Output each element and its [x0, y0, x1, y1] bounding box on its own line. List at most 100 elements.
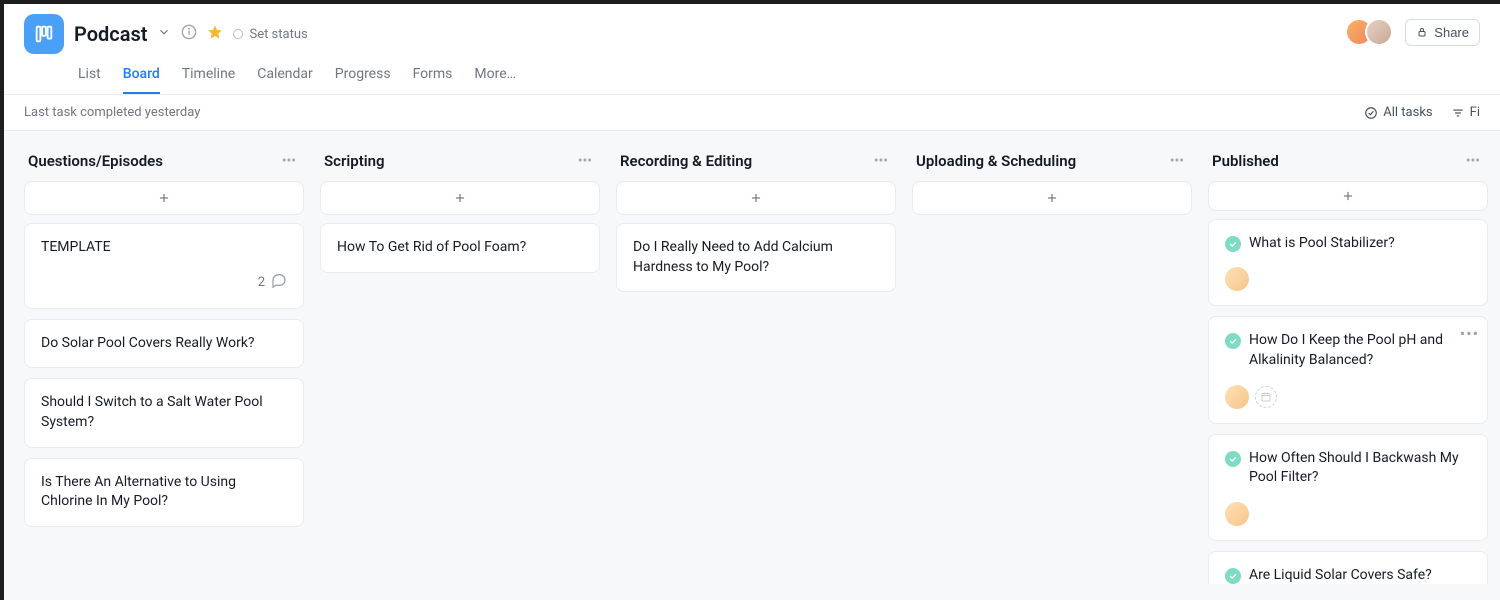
tab-calendar[interactable]: Calendar [257, 60, 313, 94]
completed-check-icon [1225, 451, 1241, 467]
project-header: Podcast Set status [4, 4, 1500, 95]
card-list: Do I Really Need to Add Calcium Hardness… [616, 223, 896, 292]
board-canvas[interactable]: Questions/Episodes ••• TEMPLATE 2 Do Solar P… [4, 131, 1500, 600]
board-column: Published ••• What is Pool Stabilizer? How … [1208, 147, 1488, 584]
task-title-text: How Do I Keep the Pool pH and Alkalinity… [1249, 331, 1471, 370]
task-title: How Do I Keep the Pool pH and Alkalinity… [1225, 331, 1471, 370]
star-icon[interactable] [207, 24, 223, 44]
share-button[interactable]: Share [1405, 19, 1480, 46]
task-title: TEMPLATE [41, 238, 287, 258]
task-card[interactable]: How Often Should I Backwash My Pool Filt… [1208, 434, 1488, 541]
column-menu-icon[interactable]: ••• [574, 151, 596, 171]
task-card[interactable]: How Do I Keep the Pool pH and Alkalinity… [1208, 316, 1488, 423]
assignee-avatar[interactable] [1225, 385, 1249, 409]
task-title: Should I Switch to a Salt Water Pool Sys… [41, 393, 287, 432]
task-title: Is There An Alternative to Using Chlorin… [41, 473, 287, 512]
task-card[interactable]: Are Liquid Solar Covers Safe? [1208, 551, 1488, 584]
column-menu-icon[interactable]: ••• [278, 151, 300, 171]
card-menu-icon[interactable]: ••• [1460, 323, 1479, 345]
column-title[interactable]: Scripting [324, 152, 385, 170]
tab-forms[interactable]: Forms [413, 60, 453, 94]
column-title[interactable]: Uploading & Scheduling [916, 152, 1076, 170]
comment-count: 2 [258, 274, 265, 292]
filter-label: Fi [1470, 105, 1480, 120]
card-meta [1225, 267, 1471, 291]
filter-icon [1451, 106, 1465, 120]
project-title[interactable]: Podcast [74, 22, 147, 46]
all-tasks-filter[interactable]: All tasks [1364, 105, 1432, 120]
comment-icon [271, 272, 287, 294]
add-task-button[interactable] [1208, 181, 1488, 211]
completed-check-icon [1225, 568, 1241, 584]
task-title: How Often Should I Backwash My Pool Filt… [1225, 449, 1471, 488]
task-title-text: How Often Should I Backwash My Pool Filt… [1249, 449, 1471, 488]
add-task-button[interactable] [616, 181, 896, 215]
board-column: Recording & Editing ••• Do I Really Need t… [616, 147, 896, 584]
column-header: Scripting ••• [320, 147, 600, 181]
chevron-down-icon[interactable] [157, 25, 171, 43]
tab-timeline[interactable]: Timeline [182, 60, 235, 94]
subheader-right: All tasks Fi [1364, 105, 1480, 120]
completed-check-icon [1225, 236, 1241, 252]
column-title[interactable]: Published [1212, 152, 1279, 170]
column-header: Questions/Episodes ••• [24, 147, 304, 181]
task-card[interactable]: TEMPLATE 2 [24, 223, 304, 309]
board-subheader: Last task completed yesterday All tasks … [4, 95, 1500, 131]
board-column: Uploading & Scheduling ••• [912, 147, 1192, 584]
task-card[interactable]: Do I Really Need to Add Calcium Hardness… [616, 223, 896, 292]
task-card[interactable]: How To Get Rid of Pool Foam? [320, 223, 600, 273]
check-circle-icon [1364, 106, 1378, 120]
due-date-placeholder-icon[interactable] [1255, 386, 1277, 408]
assignee-avatar[interactable] [1225, 502, 1249, 526]
column-header: Recording & Editing ••• [616, 147, 896, 181]
filter-button[interactable]: Fi [1451, 105, 1480, 120]
board-column: Questions/Episodes ••• TEMPLATE 2 Do Solar P… [24, 147, 304, 584]
completed-check-icon [1225, 333, 1241, 349]
task-card[interactable]: Is There An Alternative to Using Chlorin… [24, 458, 304, 527]
board-column: Scripting ••• How To Get Rid of Pool Foam? [320, 147, 600, 584]
add-task-button[interactable] [320, 181, 600, 215]
task-card[interactable]: What is Pool Stabilizer? [1208, 219, 1488, 307]
column-header: Published ••• [1208, 147, 1488, 181]
column-title[interactable]: Questions/Episodes [28, 152, 163, 170]
task-title: Are Liquid Solar Covers Safe? [1225, 566, 1471, 584]
column-menu-icon[interactable]: ••• [1166, 151, 1188, 171]
task-card[interactable]: Should I Switch to a Salt Water Pool Sys… [24, 378, 304, 447]
task-card[interactable]: Do Solar Pool Covers Really Work? [24, 319, 304, 369]
member-avatars[interactable] [1345, 18, 1393, 46]
tab-list[interactable]: List [78, 60, 101, 94]
avatar[interactable] [1365, 18, 1393, 46]
card-list: How To Get Rid of Pool Foam? [320, 223, 600, 273]
assignee-avatar[interactable] [1225, 267, 1249, 291]
project-icon[interactable] [24, 14, 64, 54]
share-label: Share [1434, 25, 1469, 40]
card-meta [1225, 502, 1471, 526]
column-menu-icon[interactable]: ••• [870, 151, 892, 171]
tab-more[interactable]: More… [474, 60, 516, 94]
tab-board[interactable]: Board [123, 60, 160, 94]
set-status-label: Set status [249, 27, 307, 42]
column-header: Uploading & Scheduling ••• [912, 147, 1192, 181]
tab-progress[interactable]: Progress [335, 60, 391, 94]
task-title: How To Get Rid of Pool Foam? [337, 238, 583, 258]
add-task-button[interactable] [24, 181, 304, 215]
task-title: What is Pool Stabilizer? [1225, 234, 1471, 254]
column-title[interactable]: Recording & Editing [620, 152, 752, 170]
lock-icon [1416, 26, 1428, 38]
add-task-button[interactable] [912, 181, 1192, 215]
view-tabs: List Board Timeline Calendar Progress Forms Mo… [78, 60, 1480, 94]
task-title: Do Solar Pool Covers Really Work? [41, 334, 287, 354]
app-frame: Podcast Set status [4, 4, 1500, 600]
info-icon[interactable] [181, 24, 197, 44]
all-tasks-label: All tasks [1383, 105, 1432, 120]
title-block: Podcast Set status [74, 22, 308, 46]
header-top-row: Podcast Set status [24, 14, 1480, 54]
header-right: Share [1345, 18, 1480, 46]
status-dot-icon [233, 29, 243, 39]
column-menu-icon[interactable]: ••• [1462, 151, 1484, 171]
task-title-text: What is Pool Stabilizer? [1249, 234, 1395, 254]
card-meta [1225, 385, 1471, 409]
set-status-button[interactable]: Set status [233, 27, 307, 42]
task-title: Do I Really Need to Add Calcium Hardness… [633, 238, 879, 277]
task-title-text: Are Liquid Solar Covers Safe? [1249, 566, 1432, 584]
